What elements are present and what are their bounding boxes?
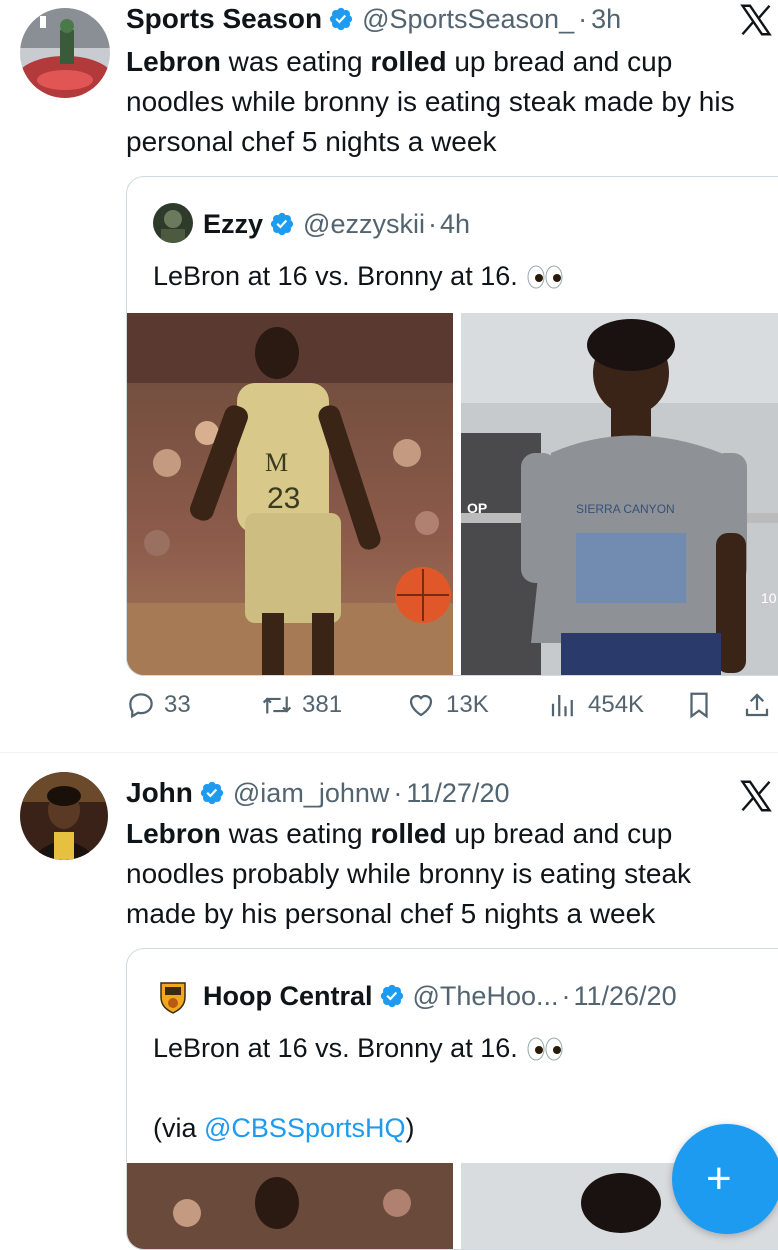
repost-button[interactable]: 381: [260, 690, 342, 720]
mention-link[interactable]: @CBSSportsHQ: [204, 1113, 405, 1143]
quoted-header: Ezzy @ezzyskii · 4h: [203, 207, 470, 240]
separator-dot: ·: [561, 981, 571, 1011]
quoted-timestamp[interactable]: 4h: [440, 209, 470, 240]
repost-count: 381: [302, 691, 343, 718]
tweet-john[interactable]: John @iam_johnw · 11/27/20 Lebron was ea…: [0, 752, 778, 1250]
svg-text:23: 23: [267, 482, 300, 515]
eyes-emoji-icon: [526, 261, 564, 289]
tweet-header: Sports Season @SportsSeason_ · 3h: [126, 2, 621, 35]
tweet-header: John @iam_johnw · 11/27/20: [126, 776, 509, 809]
reply-icon: [129, 693, 153, 719]
tweet-text: Lebron was eating rolled up bread and cu…: [126, 46, 735, 157]
display-name[interactable]: John: [126, 777, 193, 809]
views-chart-icon: [551, 695, 573, 717]
repost-icon: [262, 696, 292, 714]
user-handle[interactable]: @iam_johnw: [233, 778, 389, 809]
like-button[interactable]: 13K: [404, 690, 489, 720]
bookmark-button[interactable]: [684, 690, 722, 720]
tweet-sports-season[interactable]: Sports Season @SportsSeason_ · 3h Lebron…: [0, 0, 778, 752]
quoted-timestamp[interactable]: 11/26/20: [573, 981, 676, 1012]
separator-dot: ·: [393, 778, 403, 808]
share-button[interactable]: [742, 690, 778, 720]
quoted-display-name[interactable]: Hoop Central: [203, 981, 373, 1012]
x-logo-icon[interactable]: [738, 778, 774, 814]
svg-text:10: 10: [761, 590, 777, 606]
reply-count: 33: [164, 691, 191, 718]
svg-text:SIERRA CANYON: SIERRA CANYON: [576, 502, 675, 516]
photo-lebron-at-16[interactable]: [127, 1163, 453, 1249]
avatar-john[interactable]: [20, 772, 108, 860]
photo-bronny-at-16[interactable]: SIERRA CANYON OP 10: [461, 313, 778, 675]
separator-dot: ·: [427, 209, 437, 239]
avatar-sports-season[interactable]: [20, 8, 110, 98]
timestamp[interactable]: 3h: [591, 4, 621, 35]
views-count: 454K: [588, 691, 645, 718]
tweet-actions: 33 381 13K 454K: [126, 690, 778, 730]
quoted-text: LeBron at 16 vs. Bronny at 16.: [153, 1029, 564, 1067]
separator-dot: ·: [578, 4, 588, 34]
quoted-header: Hoop Central @TheHoo... · 11/26/20: [203, 979, 677, 1012]
verified-badge-icon: [328, 6, 354, 32]
quoted-text: LeBron at 16 vs. Bronny at 16.: [153, 257, 564, 295]
svg-text:OP: OP: [467, 500, 487, 516]
bookmark-icon: [690, 692, 708, 719]
quoted-avatar[interactable]: [153, 977, 193, 1017]
compose-tweet-button[interactable]: +: [672, 1124, 778, 1234]
quoted-display-name[interactable]: Ezzy: [203, 209, 263, 240]
like-count: 13K: [446, 691, 489, 718]
quoted-via-line: (via @CBSSportsHQ): [153, 1113, 415, 1143]
share-icon: [745, 693, 769, 717]
svg-text:M: M: [265, 448, 288, 477]
views-button[interactable]: 454K: [546, 690, 644, 720]
photo-lebron-at-16[interactable]: M 23: [127, 313, 453, 675]
display-name[interactable]: Sports Season: [126, 3, 322, 35]
quoted-tweet-card[interactable]: Ezzy @ezzyskii · 4h LeBron at 16 vs. Bro…: [126, 176, 778, 676]
reply-button[interactable]: 33: [126, 690, 191, 720]
timestamp[interactable]: 11/27/20: [406, 778, 509, 809]
plus-icon: +: [706, 1154, 732, 1203]
quoted-handle[interactable]: @ezzyskii: [303, 209, 425, 240]
verified-badge-icon: [199, 780, 225, 806]
tweet-text: Lebron was eating rolled up bread and cu…: [126, 818, 692, 929]
quoted-handle[interactable]: @TheHoo...: [413, 981, 559, 1012]
verified-badge-icon: [379, 983, 405, 1009]
quoted-avatar[interactable]: [153, 203, 193, 243]
x-logo-icon[interactable]: [738, 2, 774, 38]
eyes-emoji-icon: [526, 1033, 564, 1061]
user-handle[interactable]: @SportsSeason_: [362, 4, 574, 35]
verified-badge-icon: [269, 211, 295, 237]
heart-icon: [409, 694, 433, 717]
